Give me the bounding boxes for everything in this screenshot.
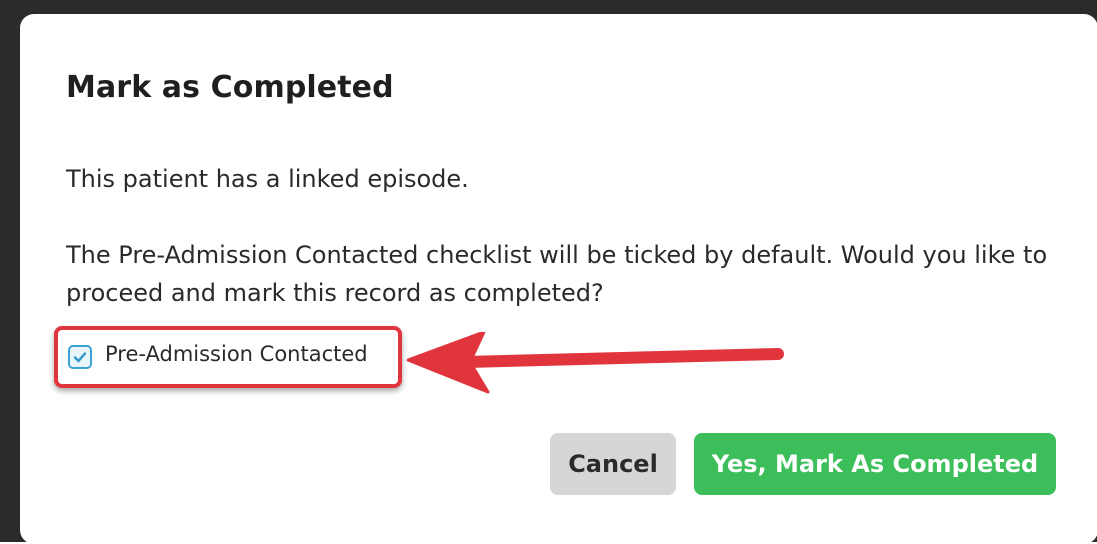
pre-admission-checkbox-label[interactable]: Pre-Admission Contacted: [105, 342, 368, 366]
pre-admission-checkbox-row[interactable]: Pre-Admission Contacted: [54, 326, 402, 388]
annotation-arrow-icon: [406, 332, 784, 394]
pre-admission-checkbox[interactable]: [68, 345, 92, 369]
checkmark-icon: [73, 352, 87, 363]
mark-completed-dialog: Mark as Completed This patient has a lin…: [20, 14, 1097, 544]
cancel-button[interactable]: Cancel: [550, 433, 676, 495]
confirmation-message: The Pre-Admission Contacted checklist wi…: [66, 241, 1048, 307]
confirm-mark-completed-button[interactable]: Yes, Mark As Completed: [694, 433, 1056, 495]
linked-episode-message: This patient has a linked episode.: [66, 165, 469, 193]
dialog-title: Mark as Completed: [66, 70, 394, 105]
